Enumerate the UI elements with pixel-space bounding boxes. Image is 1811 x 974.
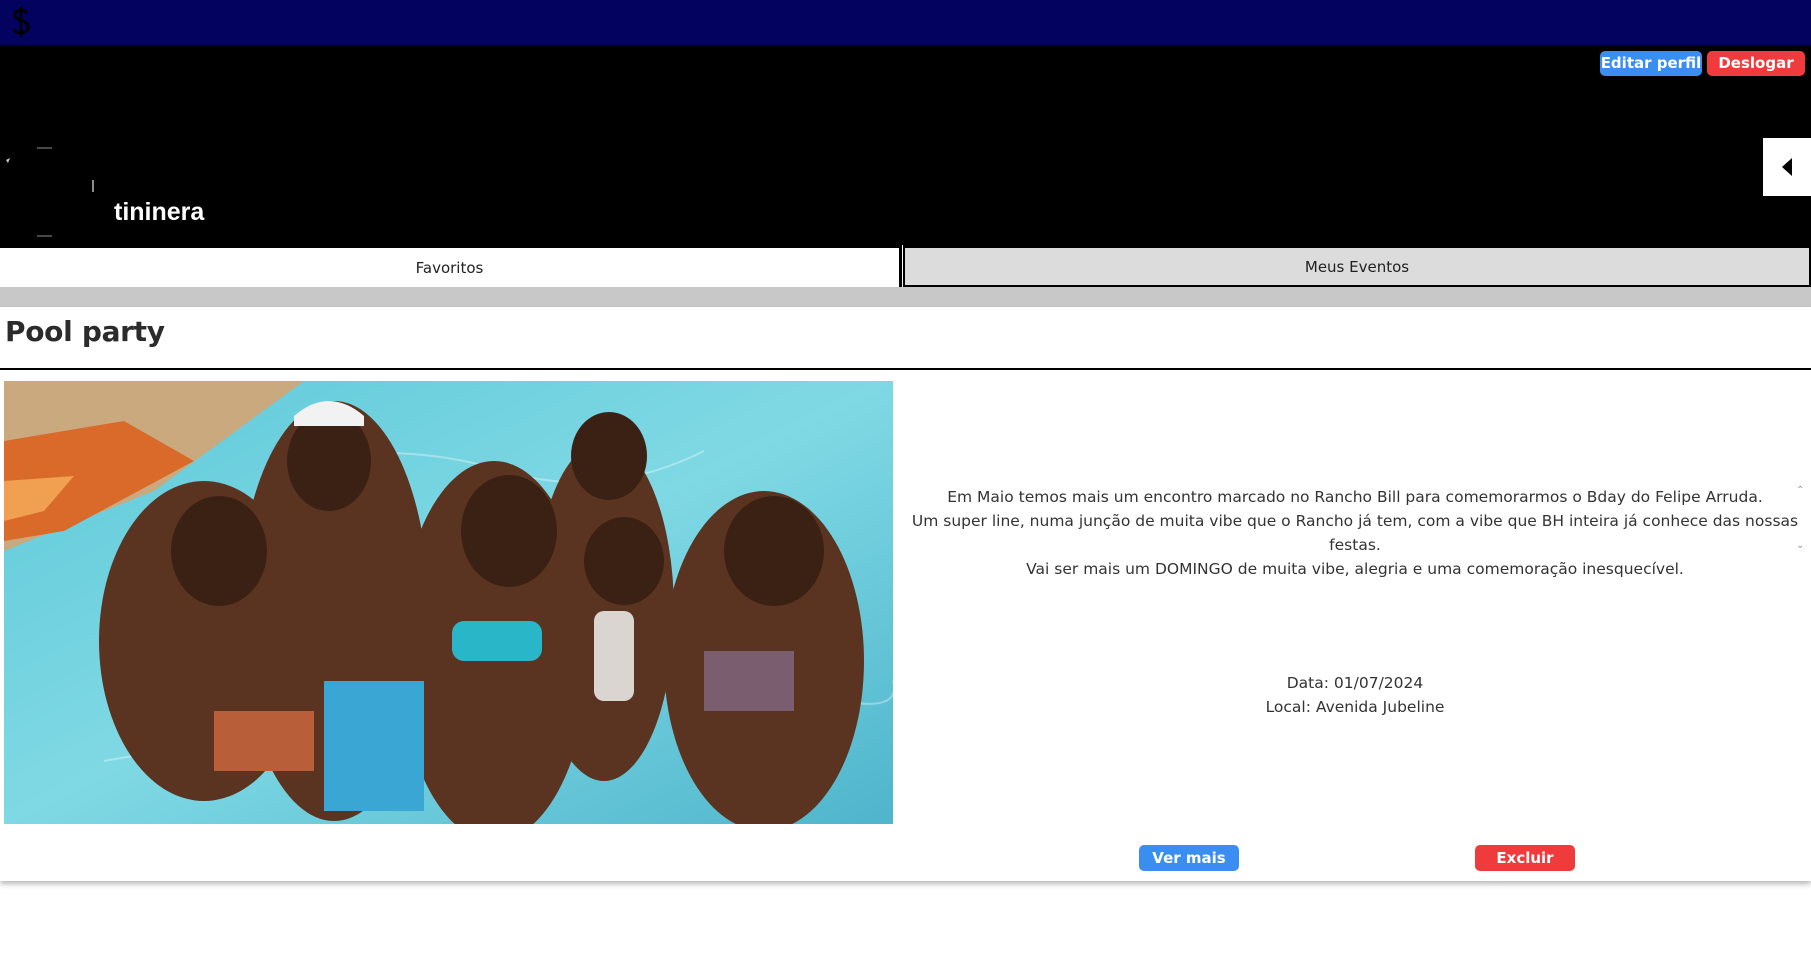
scroll-down-icon[interactable]: ⌄ — [1796, 540, 1804, 551]
avatar-icon — [1, 147, 94, 237]
event-date: Data: 01/07/2024 — [1286, 674, 1424, 692]
event-description: Em Maio temos mais um encontro marcado n… — [905, 485, 1805, 581]
event-meta: Data: 01/07/2024 Local: Avenida Jubeline — [905, 671, 1805, 719]
sidebar-toggle-button[interactable] — [1763, 138, 1811, 196]
caret-left-icon — [1782, 158, 1792, 176]
description-line: Vai ser mais um DOMINGO de muita vibe, a… — [1026, 560, 1684, 578]
tab-meus-eventos[interactable]: Meus Eventos — [903, 245, 1811, 287]
scroll-up-icon[interactable]: ⌃ — [1796, 485, 1804, 496]
event-photo — [4, 381, 893, 824]
tabs-bar: Favoritos Meus Eventos — [0, 245, 1811, 287]
see-more-button[interactable]: Ver mais — [1139, 845, 1239, 871]
description-line: Um super line, numa junção de muita vibe… — [911, 512, 1799, 554]
delete-button[interactable]: Excluir — [1475, 845, 1575, 871]
edit-profile-button[interactable]: Editar perfil — [1600, 51, 1702, 76]
event-title: Pool party — [5, 315, 165, 348]
divider — [0, 368, 1811, 370]
top-navbar — [0, 0, 1811, 45]
profile-banner: Editar perfil Deslogar tininera — [0, 45, 1811, 245]
event-location: Local: Avenida Jubeline — [1265, 698, 1445, 716]
avatar[interactable] — [0, 140, 95, 240]
event-card: Pool party Em Maio temos mais um encontr… — [0, 307, 1811, 881]
username: tininera — [114, 198, 205, 226]
dollar-sign-logo-icon[interactable] — [6, 5, 36, 39]
description-line: Em Maio temos mais um encontro marcado n… — [947, 488, 1763, 506]
tabs-separator — [0, 287, 1811, 307]
tab-favoritos[interactable]: Favoritos — [0, 245, 902, 287]
logout-button[interactable]: Deslogar — [1707, 51, 1805, 76]
